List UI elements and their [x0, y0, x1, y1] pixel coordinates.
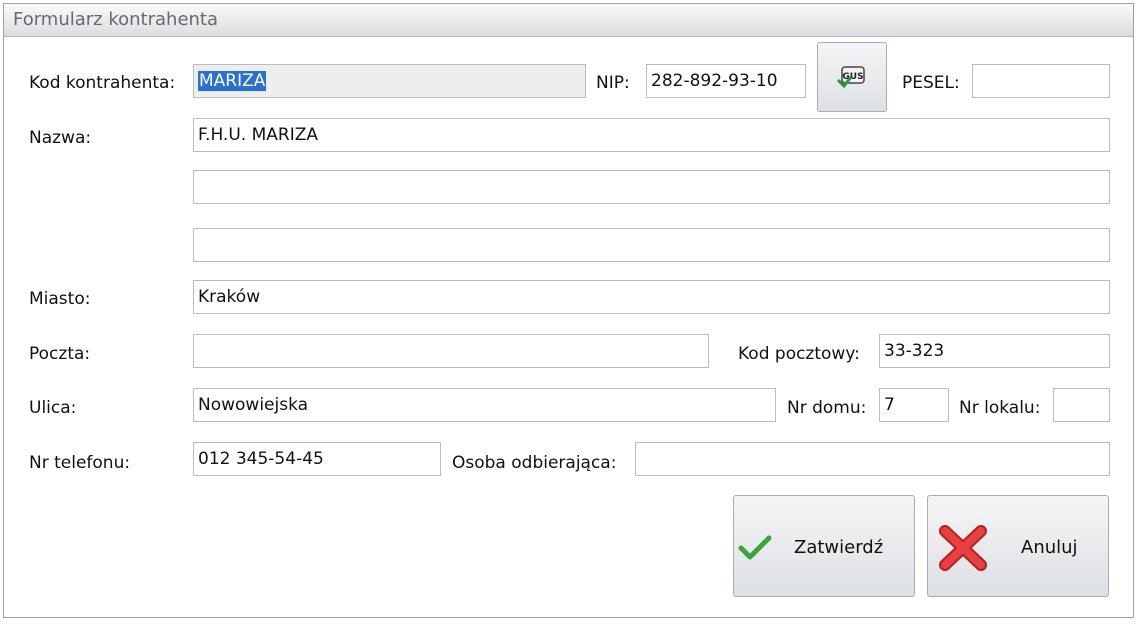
cancel-button[interactable]: Anuluj: [927, 495, 1109, 597]
pesel-field[interactable]: [972, 64, 1110, 98]
pesel-label: PESEL:: [902, 73, 960, 93]
kod-pocztowy-field[interactable]: 33-323: [879, 334, 1110, 368]
poczta-field[interactable]: [193, 334, 709, 368]
nazwa-field-3[interactable]: [193, 228, 1110, 262]
telefon-field[interactable]: 012 345-54-45: [193, 442, 441, 476]
nip-label: NIP:: [596, 73, 630, 93]
cancel-x-icon: [939, 525, 987, 571]
kod-field[interactable]: MARIZA: [193, 64, 586, 98]
nazwa-label: Nazwa:: [29, 128, 92, 148]
kod-label: Kod kontrahenta:: [29, 73, 176, 93]
window-title: Formularz kontrahenta: [13, 9, 219, 30]
nazwa-field-2[interactable]: [193, 170, 1110, 204]
telefon-label: Nr telefonu:: [29, 453, 131, 473]
nr-domu-label: Nr domu:: [787, 398, 867, 418]
ulica-label: Ulica:: [29, 398, 77, 418]
nr-lokalu-field[interactable]: [1053, 388, 1110, 422]
miasto-label: Miasto:: [29, 289, 91, 309]
kod-value: MARIZA: [198, 71, 267, 91]
checkmark-icon: [738, 535, 772, 560]
cancel-button-label: Anuluj: [1021, 537, 1078, 558]
title-bar: Formularz kontrahenta: [4, 4, 1133, 37]
poczta-label: Poczta:: [29, 344, 91, 364]
contractor-form-window: Formularz kontrahenta Kod kontrahenta: M…: [3, 3, 1134, 618]
nr-domu-field[interactable]: 7: [879, 388, 949, 422]
ulica-field[interactable]: Nowowiejska: [193, 388, 776, 422]
gus-icon: GUS: [837, 66, 865, 89]
osoba-label: Osoba odbierająca:: [452, 453, 617, 473]
gus-lookup-button[interactable]: GUS: [817, 42, 887, 112]
nip-field[interactable]: 282-892-93-10: [646, 64, 806, 98]
nr-lokalu-label: Nr lokalu:: [959, 398, 1041, 418]
nazwa-field-1[interactable]: F.H.U. MARIZA: [193, 118, 1110, 152]
kod-pocztowy-label: Kod pocztowy:: [738, 344, 860, 364]
miasto-field[interactable]: Kraków: [193, 280, 1110, 314]
confirm-button-label: Zatwierdź: [794, 537, 884, 558]
svg-text:GUS: GUS: [842, 72, 863, 82]
confirm-button[interactable]: Zatwierdź: [733, 495, 915, 597]
osoba-field[interactable]: [635, 442, 1110, 476]
